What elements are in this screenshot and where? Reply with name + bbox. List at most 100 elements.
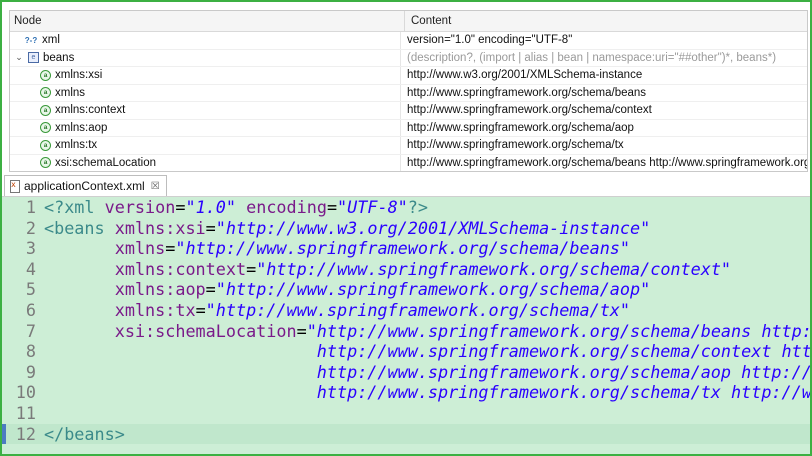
- content-cell: http://www.w3.org/2001/XMLSchema-instanc…: [407, 69, 643, 81]
- code-text: </beans>: [44, 424, 125, 445]
- tree-row[interactable]: a xmlns:xsi http://www.w3.org/2001/XMLSche…: [10, 67, 807, 85]
- code-token: =: [195, 299, 206, 320]
- code-token: =: [205, 279, 216, 300]
- code-token: "UTF-8": [337, 197, 408, 217]
- code-line[interactable]: 5 xmlns:aop="http://www.springframework.…: [2, 279, 810, 300]
- code-text: xmlns:aop="http://www.springframework.or…: [44, 279, 650, 300]
- code-line[interactable]: 7 xsi:schemaLocation="http://www.springf…: [2, 321, 810, 342]
- attribute-icon: a: [40, 87, 51, 99]
- code-token: xmlns:context: [114, 258, 247, 279]
- xml-design-tree[interactable]: Node Content ?-? xml version="1.0" encodin…: [9, 10, 808, 172]
- code-line[interactable]: 9 http://www.springframework.org/schema/…: [2, 362, 810, 383]
- code-text: http://www.springframework.org/schema/co…: [44, 341, 810, 362]
- code-token: =: [296, 320, 307, 341]
- line-number: 12: [15, 423, 36, 444]
- content-cell: (description?, (import | alias | bean | …: [407, 51, 777, 64]
- column-header-content[interactable]: Content: [405, 11, 807, 31]
- code-line[interactable]: 3 xmlns="http://www.springframework.org/…: [2, 238, 810, 259]
- line-number: 5: [25, 279, 36, 300]
- code-token: <beans: [44, 217, 115, 238]
- code-line[interactable]: 1 <?xml version="1.0" encoding="UTF-8"?>: [2, 197, 810, 218]
- code-text: xmlns:context="http://www.springframewor…: [44, 259, 731, 280]
- node-cell: a xsi:schemaLocation: [10, 154, 401, 171]
- code-text: xmlns:tx="http://www.springframework.org…: [44, 300, 630, 321]
- code-line[interactable]: 8 http://www.springframework.org/schema/…: [2, 341, 810, 362]
- code-text: http://www.springframework.org/schema/tx…: [44, 382, 810, 403]
- tree-row[interactable]: ⌄ e beans (description?, (import | alias | …: [10, 49, 807, 67]
- code-token: "http://www.springframework.org/schema/c…: [256, 258, 732, 279]
- code-token: http://www.springframework.org/schema/ao…: [316, 361, 810, 382]
- code-token: "http://www.springframework.org/schema/b…: [175, 238, 631, 259]
- code-line[interactable]: 12 </beans>: [2, 423, 810, 445]
- tree-header: Node Content: [10, 11, 807, 32]
- code-token: xsi:schemaLocation: [114, 320, 297, 341]
- code-token: xmlns: [114, 238, 166, 259]
- node-cell: a xmlns:xsi: [10, 67, 401, 84]
- attribute-icon: a: [40, 139, 51, 151]
- code-line[interactable]: 11: [2, 403, 810, 424]
- tree-row[interactable]: a xsi:schemaLocation http://www.springfram…: [10, 154, 807, 171]
- node-cell: a xmlns:tx: [10, 137, 401, 154]
- column-header-node[interactable]: Node: [10, 11, 405, 31]
- code-token: "1.0": [185, 197, 236, 217]
- code-text: http://www.springframework.org/schema/ao…: [44, 362, 810, 383]
- code-token: =: [246, 258, 257, 279]
- node-label: xmlns:xsi: [55, 69, 103, 82]
- editor-tab-bar: applicationContext.xml ☒: [2, 173, 810, 197]
- tree-row[interactable]: a xmlns:tx http://www.springframework.org/…: [10, 137, 807, 155]
- line-number: 7: [25, 320, 36, 341]
- tree-row[interactable]: a xmlns:context http://www.springframework…: [10, 102, 807, 120]
- node-label: xmlns: [55, 86, 86, 99]
- line-number: 2: [25, 217, 36, 238]
- code-token: "http://www.springframework.org/schema/a…: [215, 279, 651, 300]
- line-number: 11: [15, 402, 36, 423]
- tree-rows: ?-? xml version="1.0" encoding="UTF-8" ⌄ e be…: [10, 32, 807, 171]
- code-token: <?xml: [44, 197, 105, 217]
- line-number: 9: [25, 361, 36, 382]
- xml-file-icon: [9, 180, 20, 193]
- tree-row[interactable]: ?-? xml version="1.0" encoding="UTF-8": [10, 32, 807, 50]
- tree-row[interactable]: a xmlns:aop http://www.springframework.org…: [10, 119, 807, 137]
- code-editor[interactable]: 1 <?xml version="1.0" encoding="UTF-8"?> 2…: [2, 197, 810, 454]
- current-line-marker: [2, 423, 6, 445]
- content-cell: version="1.0" encoding="UTF-8": [407, 34, 573, 46]
- code-token: </beans>: [44, 423, 125, 444]
- tab-applicationcontext-xml[interactable]: applicationContext.xml ☒: [4, 175, 167, 196]
- tree-row[interactable]: a xmlns http://www.springframework.org/sch…: [10, 84, 807, 102]
- node-cell: a xmlns:aop: [10, 119, 401, 136]
- node-label: xmlns:tx: [55, 139, 98, 152]
- code-line[interactable]: 2 <beans xmlns:xsi="http://www.w3.org/200…: [2, 218, 810, 239]
- app-window: Node Content ?-? xml version="1.0" encodin…: [0, 0, 812, 456]
- content-cell: http://www.springframework.org/schema/co…: [407, 104, 652, 116]
- line-number: 3: [25, 238, 36, 259]
- tab-label: applicationContext.xml: [24, 179, 145, 193]
- code-line[interactable]: 10 http://www.springframework.org/schema…: [2, 382, 810, 403]
- code-token: xmlns:tx: [114, 299, 196, 320]
- code-token: ?>: [407, 197, 428, 217]
- code-token: =: [205, 217, 216, 238]
- close-icon[interactable]: ☒: [151, 181, 160, 192]
- content-cell: http://www.springframework.org/schema/tx: [407, 139, 624, 151]
- code-token: version: [104, 197, 176, 217]
- node-label: beans: [43, 51, 75, 64]
- attribute-icon: a: [40, 157, 51, 169]
- node-cell: a xmlns:context: [10, 102, 401, 119]
- node-label: xsi:schemaLocation: [55, 156, 156, 169]
- attribute-icon: a: [40, 104, 51, 116]
- line-number: 8: [25, 341, 36, 362]
- code-token: xmlns:xsi: [114, 217, 206, 238]
- code-token: http://www.springframework.org/schema/tx…: [316, 382, 810, 403]
- code-line[interactable]: 6 xmlns:tx="http://www.springframework.o…: [2, 300, 810, 321]
- attribute-icon: a: [40, 122, 51, 134]
- node-cell: ?-? xml: [10, 32, 401, 49]
- line-number: 4: [25, 258, 36, 279]
- chevron-down-icon[interactable]: ⌄: [14, 52, 24, 63]
- code-line[interactable]: 4 xmlns:context="http://www.springframew…: [2, 259, 810, 280]
- line-number: 1: [25, 197, 36, 217]
